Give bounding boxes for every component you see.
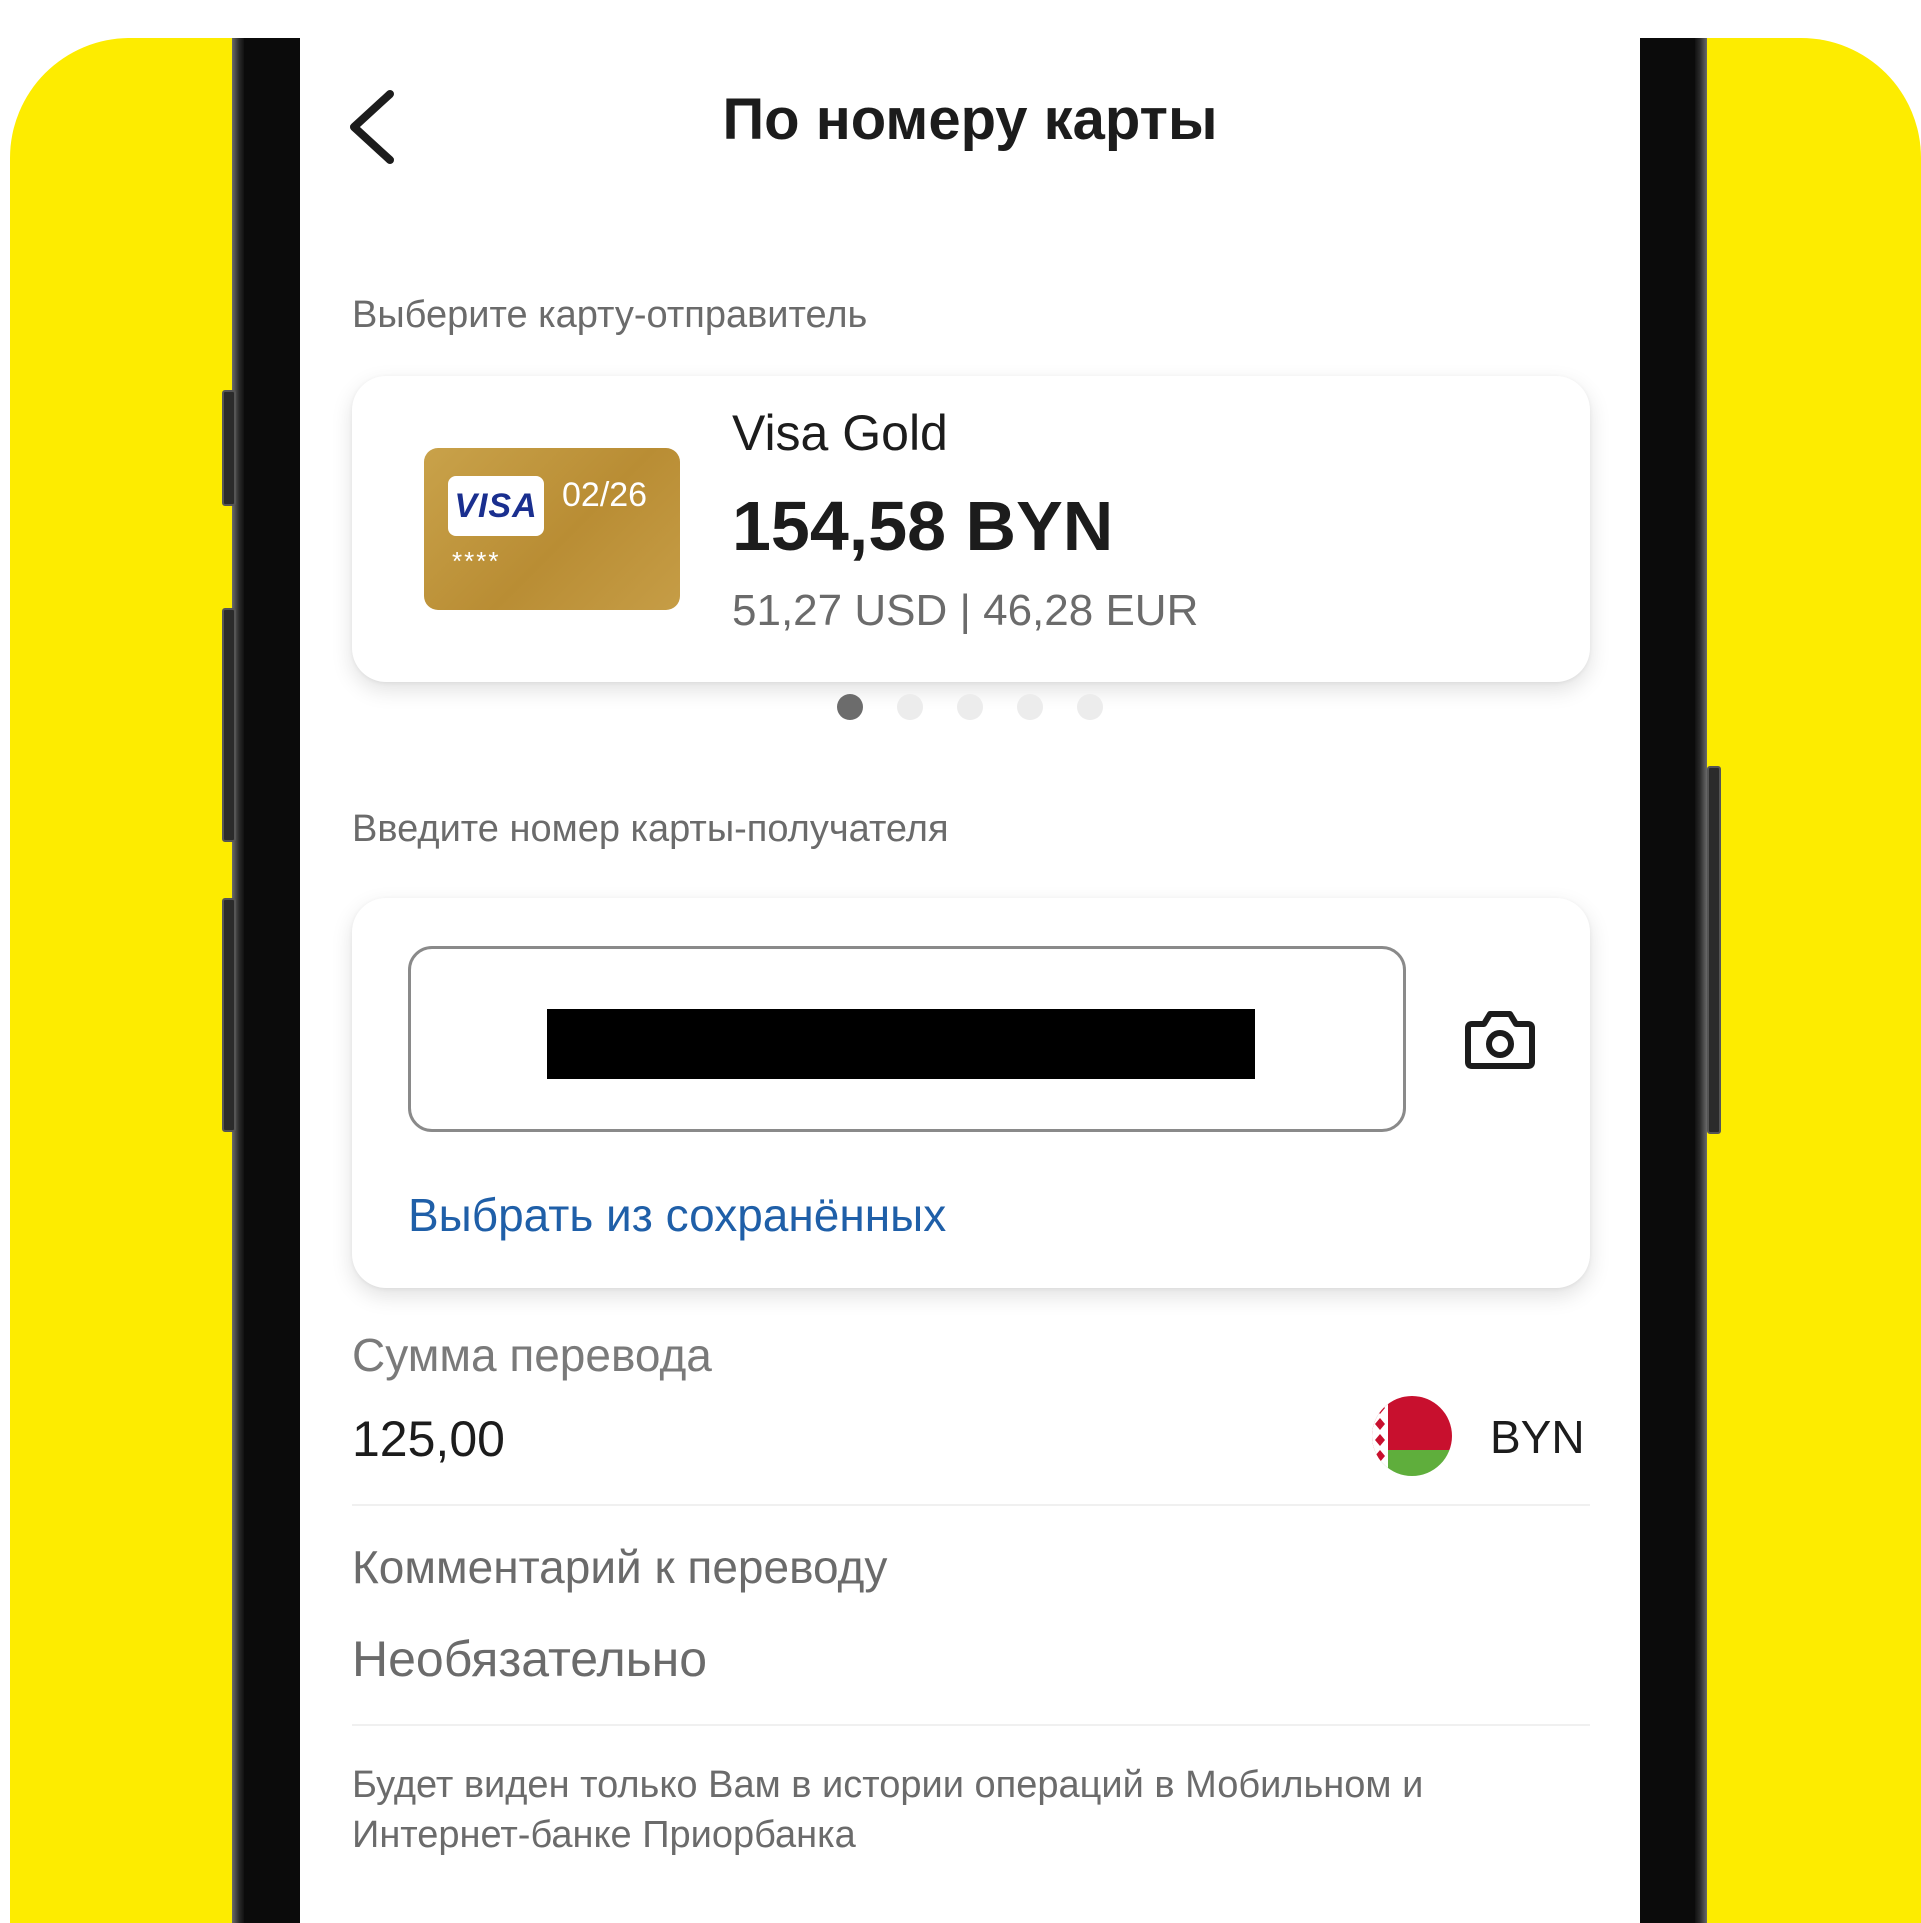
phone-volume-down-button (222, 898, 236, 1132)
card-secondary-balances: 51,27 USD | 46,28 EUR (732, 586, 1199, 635)
choose-saved-link[interactable]: Выбрать из сохранённых (408, 1188, 946, 1242)
comment-input[interactable]: Необязательно (352, 1630, 1352, 1688)
amount-input[interactable]: 125,00 (352, 1410, 505, 1468)
recipient-label: Введите номер карты-получателя (352, 808, 949, 850)
card-balance: 154,58 BYN (732, 487, 1114, 565)
pagination-dot[interactable] (957, 694, 983, 720)
camera-icon (1465, 1011, 1535, 1069)
pagination-dot[interactable] (897, 694, 923, 720)
phone-volume-up-button (222, 608, 236, 842)
comment-divider (352, 1724, 1590, 1726)
scan-card-button[interactable] (1464, 1008, 1536, 1070)
card-name: Visa Gold (732, 405, 948, 461)
recipient-card-number-field[interactable] (408, 946, 1406, 1132)
app-screen: По номеру карты Выберите карту-отправите… (300, 38, 1640, 1923)
recipient-panel: Выбрать из сохранённых (352, 898, 1590, 1288)
redacted-card-number (547, 1009, 1255, 1079)
page-title: По номеру карты (722, 87, 1218, 152)
pagination-dot[interactable] (1077, 694, 1103, 720)
visa-logo: VISA (448, 476, 544, 536)
card-pagination (300, 694, 1640, 720)
comment-label: Комментарий к переводу (352, 1541, 888, 1593)
pagination-dot[interactable] (837, 694, 863, 720)
sender-card-panel[interactable]: VISA 02/26 **** Visa Gold 154,58 BYN 51,… (352, 376, 1590, 682)
card-expiry: 02/26 (562, 476, 648, 514)
canvas: По номеру карты Выберите карту-отправите… (0, 0, 1921, 1923)
currency-selector[interactable]: BYN (1490, 1410, 1585, 1464)
phone-edge-right (1695, 38, 1707, 1923)
sender-label: Выберите карту-отправитель (352, 294, 868, 336)
card-masked-number: **** (452, 546, 501, 576)
amount-divider (352, 1504, 1590, 1506)
amount-label: Сумма перевода (352, 1329, 712, 1381)
phone-power-button (1707, 766, 1721, 1134)
belarus-flag-icon[interactable] (1372, 1396, 1452, 1476)
pagination-dot[interactable] (1017, 694, 1043, 720)
card-thumbnail: VISA 02/26 **** (424, 448, 680, 610)
phone-mute-switch (222, 390, 236, 506)
comment-hint: Будет виден только Вам в истории операци… (352, 1764, 1424, 1856)
